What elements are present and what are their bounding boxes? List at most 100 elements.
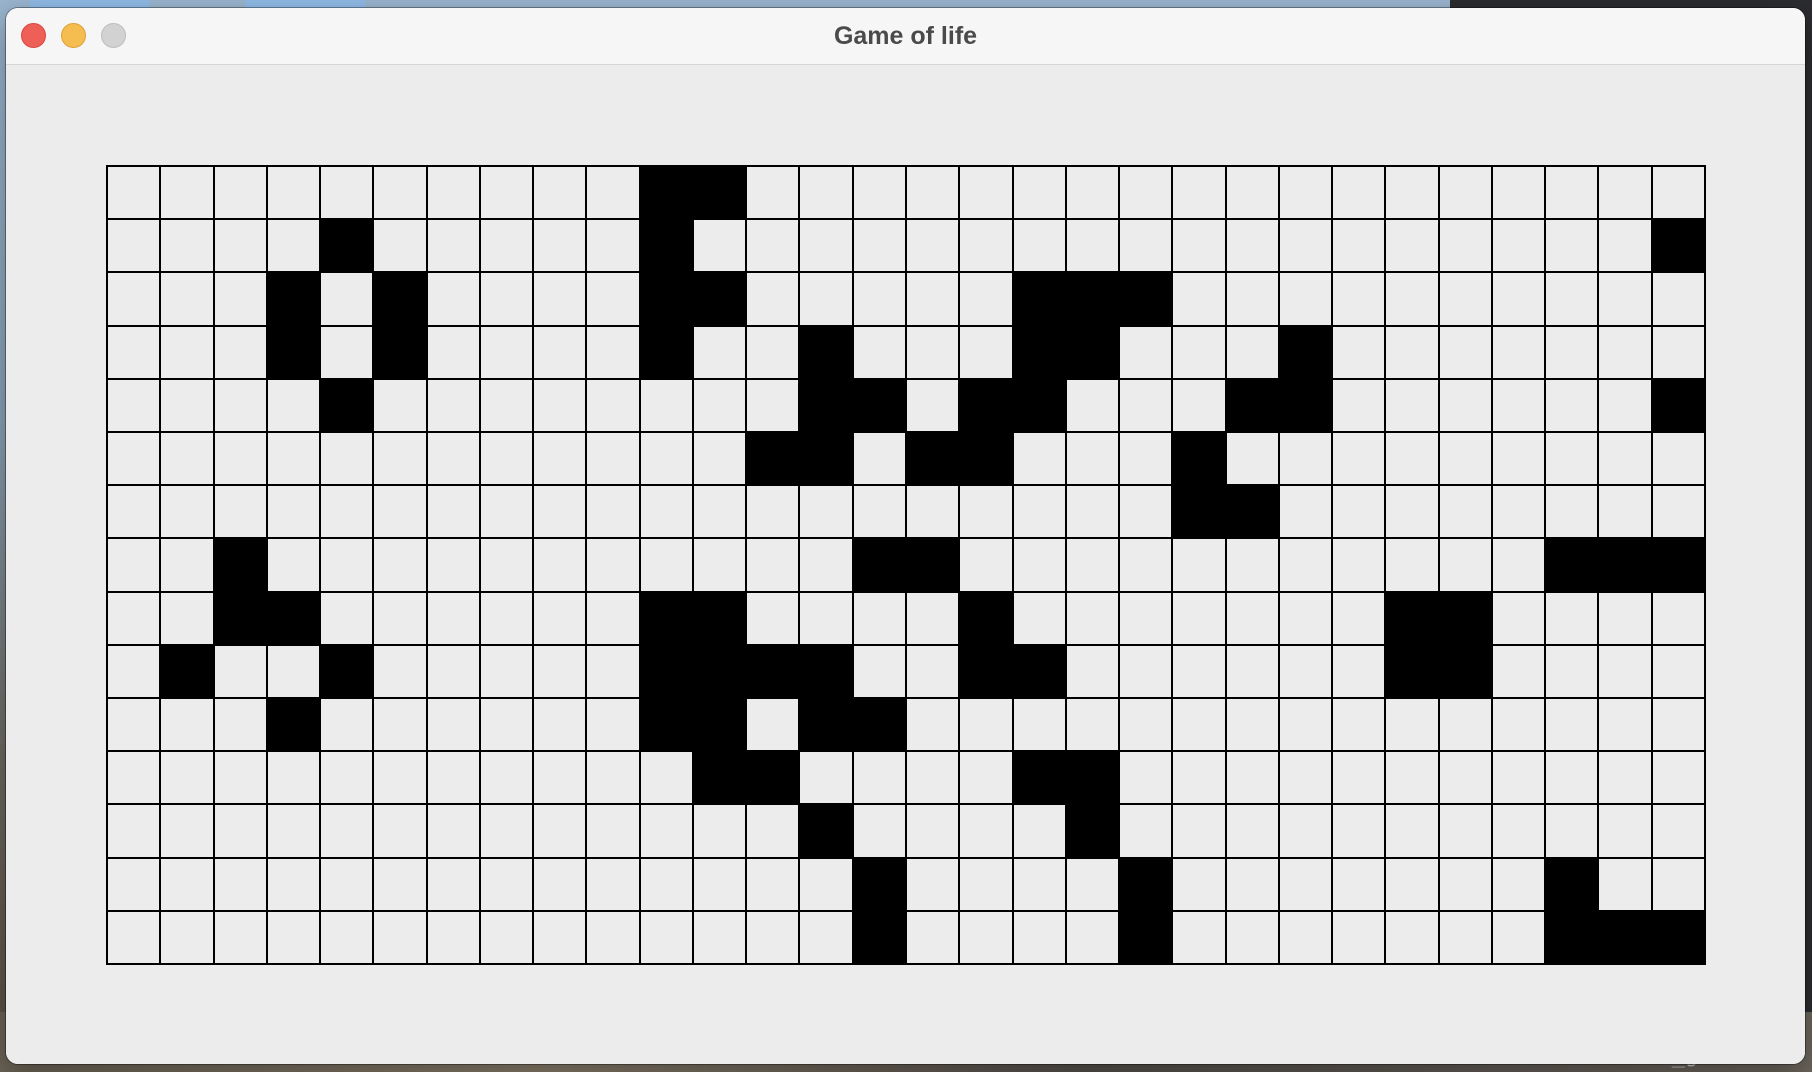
grid-cell-dead[interactable] (747, 539, 801, 593)
grid-cell-dead[interactable] (427, 486, 481, 540)
grid-cell-dead[interactable] (1439, 486, 1493, 540)
grid-cell-dead[interactable] (374, 911, 428, 965)
grid-cell-dead[interactable] (374, 805, 428, 859)
grid-cell-dead[interactable] (534, 911, 588, 965)
grid-cell-dead[interactable] (1492, 220, 1547, 274)
grid-cell-dead[interactable] (906, 167, 961, 221)
grid-cell-dead[interactable] (1652, 752, 1706, 806)
grid-cell-dead[interactable] (1599, 273, 1653, 327)
grid-cell-dead[interactable] (1652, 273, 1706, 327)
grid-cell-dead[interactable] (800, 220, 854, 274)
grid-cell-alive[interactable] (640, 699, 694, 753)
grid-cell-dead[interactable] (1066, 433, 1121, 487)
grid-cell-dead[interactable] (1173, 167, 1227, 221)
grid-cell-dead[interactable] (1279, 911, 1334, 965)
grid-cell-dead[interactable] (1013, 486, 1067, 540)
grid-cell-dead[interactable] (321, 486, 375, 540)
grid-cell-alive[interactable] (374, 273, 428, 327)
grid-cell-dead[interactable] (534, 220, 588, 274)
grid-cell-dead[interactable] (1013, 858, 1067, 912)
grid-cell-alive[interactable] (214, 539, 268, 593)
grid-cell-dead[interactable] (906, 220, 961, 274)
grid-cell-dead[interactable] (1439, 167, 1493, 221)
grid-cell-dead[interactable] (267, 379, 322, 433)
grid-cell-dead[interactable] (1066, 699, 1121, 753)
grid-cell-dead[interactable] (267, 167, 322, 221)
grid-cell-dead[interactable] (534, 273, 588, 327)
grid-cell-dead[interactable] (853, 805, 907, 859)
grid-cell-dead[interactable] (1226, 220, 1280, 274)
grid-cell-dead[interactable] (1120, 699, 1174, 753)
grid-cell-dead[interactable] (747, 167, 801, 221)
grid-cell-alive[interactable] (1546, 539, 1600, 593)
grid-cell-alive[interactable] (800, 645, 854, 699)
grid-cell-dead[interactable] (1546, 805, 1600, 859)
grid-cell-dead[interactable] (1599, 220, 1653, 274)
grid-cell-dead[interactable] (1013, 911, 1067, 965)
grid-cell-dead[interactable] (960, 326, 1014, 380)
grid-cell-alive[interactable] (853, 539, 907, 593)
grid-cell-dead[interactable] (1333, 220, 1387, 274)
grid-cell-dead[interactable] (1546, 486, 1600, 540)
grid-cell-dead[interactable] (960, 911, 1014, 965)
grid-cell-alive[interactable] (267, 326, 322, 380)
grid-cell-dead[interactable] (1173, 379, 1227, 433)
grid-cell-dead[interactable] (480, 273, 535, 327)
grid-cell-dead[interactable] (1279, 858, 1334, 912)
grid-cell-dead[interactable] (1492, 858, 1547, 912)
grid-cell-dead[interactable] (374, 220, 428, 274)
grid-cell-dead[interactable] (480, 379, 535, 433)
grid-cell-dead[interactable] (534, 326, 588, 380)
grid-cell-alive[interactable] (800, 699, 854, 753)
grid-cell-dead[interactable] (1439, 379, 1493, 433)
grid-cell-dead[interactable] (1226, 592, 1280, 646)
grid-cell-dead[interactable] (161, 805, 215, 859)
grid-cell-dead[interactable] (1226, 858, 1280, 912)
grid-cell-dead[interactable] (534, 379, 588, 433)
grid-cell-dead[interactable] (267, 220, 322, 274)
grid-cell-dead[interactable] (427, 379, 481, 433)
grid-cell-dead[interactable] (214, 167, 268, 221)
grid-cell-dead[interactable] (161, 273, 215, 327)
grid-cell-dead[interactable] (480, 220, 535, 274)
grid-cell-dead[interactable] (960, 752, 1014, 806)
grid-cell-dead[interactable] (1173, 645, 1227, 699)
grid-cell-dead[interactable] (1546, 592, 1600, 646)
grid-cell-dead[interactable] (214, 220, 268, 274)
grid-cell-alive[interactable] (853, 699, 907, 753)
grid-cell-dead[interactable] (906, 858, 961, 912)
grid-cell-alive[interactable] (267, 273, 322, 327)
grid-cell-dead[interactable] (214, 805, 268, 859)
grid-cell-dead[interactable] (1120, 379, 1174, 433)
grid-cell-dead[interactable] (747, 699, 801, 753)
grid-cell-dead[interactable] (853, 273, 907, 327)
grid-cell-dead[interactable] (640, 858, 694, 912)
grid-cell-dead[interactable] (1386, 858, 1440, 912)
grid-cell-dead[interactable] (480, 539, 535, 593)
grid-cell-dead[interactable] (321, 699, 375, 753)
grid-cell-dead[interactable] (108, 911, 162, 965)
grid-cell-dead[interactable] (960, 539, 1014, 593)
grid-cell-dead[interactable] (906, 911, 961, 965)
grid-cell-dead[interactable] (1652, 326, 1706, 380)
grid-cell-alive[interactable] (1279, 379, 1334, 433)
grid-cell-dead[interactable] (1279, 433, 1334, 487)
grid-cell-dead[interactable] (587, 486, 641, 540)
grid-cell-dead[interactable] (1226, 805, 1280, 859)
grid-cell-dead[interactable] (1226, 911, 1280, 965)
grid-cell-dead[interactable] (1279, 220, 1334, 274)
grid-cell-alive[interactable] (693, 699, 748, 753)
grid-cell-dead[interactable] (427, 592, 481, 646)
grid-cell-dead[interactable] (214, 752, 268, 806)
grid-cell-dead[interactable] (1333, 167, 1387, 221)
grid-cell-alive[interactable] (1652, 539, 1706, 593)
grid-cell-dead[interactable] (374, 752, 428, 806)
grid-cell-dead[interactable] (1652, 167, 1706, 221)
grid-cell-alive[interactable] (640, 220, 694, 274)
grid-cell-dead[interactable] (747, 326, 801, 380)
grid-cell-alive[interactable] (800, 379, 854, 433)
grid-cell-dead[interactable] (1173, 326, 1227, 380)
grid-cell-dead[interactable] (480, 326, 535, 380)
life-grid[interactable] (106, 165, 1706, 965)
grid-cell-dead[interactable] (1652, 486, 1706, 540)
